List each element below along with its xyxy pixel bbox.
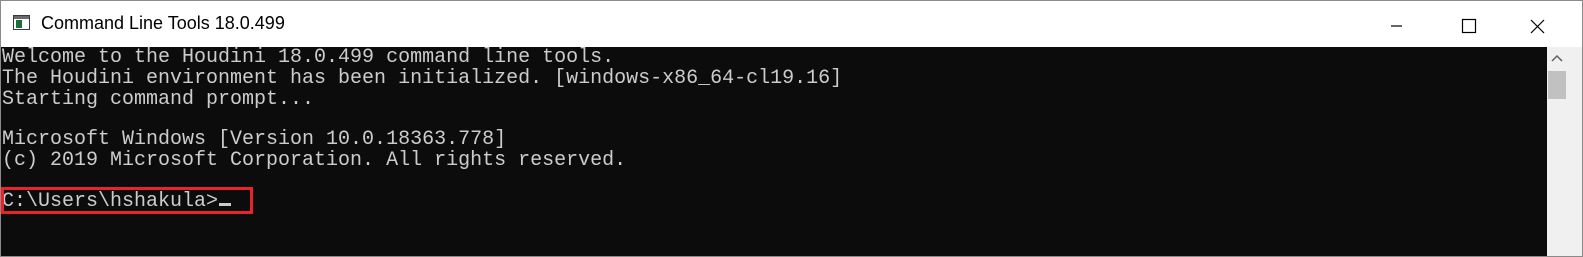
title-bar[interactable]: Command Line Tools 18.0.499	[1, 1, 1582, 47]
vertical-scrollbar[interactable]	[1547, 47, 1582, 256]
console-line: Starting command prompt...	[2, 88, 315, 111]
command-line-window: Command Line Tools 18.0.499 Welcome to t…	[0, 0, 1583, 257]
text-cursor	[219, 203, 232, 206]
minimize-icon	[1391, 25, 1402, 27]
maximize-icon	[1461, 18, 1477, 34]
maximize-button[interactable]	[1445, 1, 1491, 47]
command-prompt[interactable]: C:\Users\hshakula>	[2, 190, 232, 213]
console-line: The Houdini environment has been initial…	[2, 67, 843, 90]
console-line: (c) 2019 Microsoft Corporation. All righ…	[2, 149, 627, 172]
console-line: Microsoft Windows [Version 10.0.18363.77…	[2, 128, 507, 151]
chevron-up-icon	[1551, 54, 1563, 62]
window-title: Command Line Tools 18.0.499	[41, 13, 285, 33]
console-output[interactable]: Welcome to the Houdini 18.0.499 command …	[1, 47, 1547, 256]
close-icon	[1530, 19, 1545, 34]
close-button[interactable]	[1514, 1, 1560, 47]
scroll-thumb[interactable]	[1548, 71, 1566, 99]
console-icon[interactable]	[13, 15, 30, 30]
minimize-button[interactable]	[1373, 1, 1419, 47]
scroll-up-button[interactable]	[1547, 47, 1582, 69]
console-line: Welcome to the Houdini 18.0.499 command …	[2, 46, 615, 69]
prompt-path: C:\Users\hshakula>	[2, 190, 219, 213]
